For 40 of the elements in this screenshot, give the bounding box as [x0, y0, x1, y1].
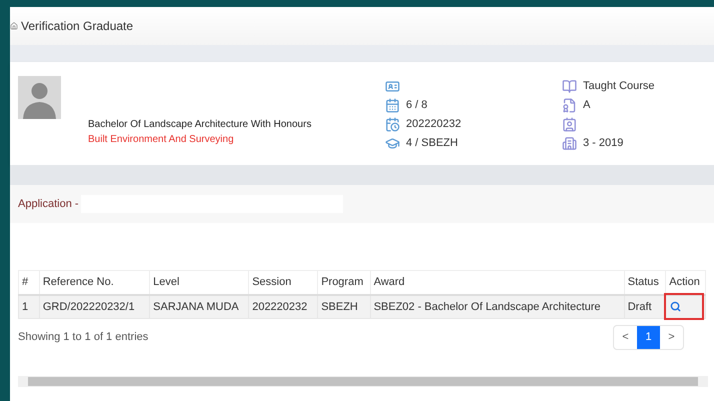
column-header: Program	[318, 270, 370, 294]
page-button[interactable]: 1	[637, 326, 660, 349]
id-card-icon	[385, 78, 400, 94]
table-cell: SBEZ02 - Bachelor Of Landscape Architecture	[370, 294, 624, 318]
table-cell: SBEZH	[318, 294, 370, 318]
column-header: #	[18, 270, 40, 294]
view-button[interactable]	[669, 300, 682, 314]
info-value: 202220232	[406, 116, 462, 132]
faculty-name: Built Environment And Surveying	[88, 133, 235, 147]
contact-card-icon	[562, 116, 577, 132]
info-value: 6 / 8	[406, 98, 428, 113]
column-header: Award	[370, 270, 624, 294]
certificate-icon	[562, 98, 577, 112]
calendar-icon	[385, 98, 400, 112]
table-cell: 1	[18, 294, 40, 318]
table-cell: 202220232	[248, 294, 318, 318]
column-header: Level	[150, 270, 249, 294]
avatar-silhouette	[18, 76, 61, 119]
entries-info: Showing 1 to 1 of 1 entries	[18, 330, 148, 345]
info-value: Taught Course	[583, 78, 655, 94]
column-header: Action	[666, 270, 706, 294]
previous-page-button[interactable]: <	[614, 326, 637, 349]
book-icon	[562, 78, 577, 94]
search-icon	[670, 301, 682, 312]
home-icon	[10, 21, 18, 31]
info-value: 3 - 2019	[583, 136, 624, 151]
table-cell: GRD/202220232/1	[39, 294, 150, 318]
calendar-clock-icon	[385, 116, 400, 132]
column-header: Reference No.	[39, 270, 150, 294]
info-value: A	[583, 98, 590, 113]
table-cell: SARJANA MUDA	[150, 294, 249, 318]
graduation-cap-icon	[385, 136, 400, 150]
application-label: Application -	[18, 196, 79, 212]
program-name: Bachelor Of Landscape Architecture With Honours	[88, 118, 312, 132]
column-header: Status	[624, 270, 666, 294]
next-page-button[interactable]: >	[660, 326, 683, 349]
building-icon	[562, 136, 577, 150]
info-value: 4 / SBEZH	[406, 136, 458, 151]
column-header: Session	[248, 270, 318, 294]
page-title: Verification Graduate	[21, 18, 134, 35]
